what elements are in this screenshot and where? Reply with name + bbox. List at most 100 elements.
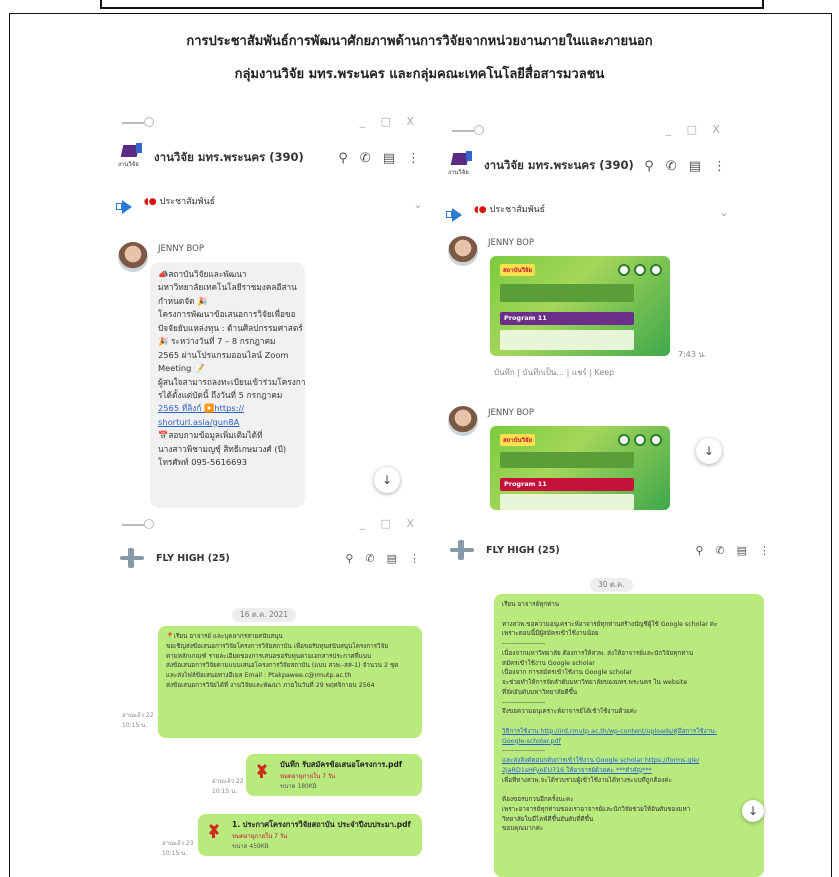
chat-header: งานวิจัย งานวิจัย มทร.พระนคร (390) ⚲ ✆ ▤… xyxy=(438,146,736,186)
message-line[interactable]: Google-scholar.pdf xyxy=(502,737,756,747)
message-line: 📍เรียน อาจารย์ และบุคลากรสายสนับสนุน xyxy=(166,633,283,640)
megaphone-icon xyxy=(446,208,464,222)
message-line: กำหนดจัด 🎉 xyxy=(158,295,208,306)
group-logo-text: งานวิจัย xyxy=(448,169,469,176)
poster-headline: สถาบันวิจัย xyxy=(500,434,535,446)
pin-icon[interactable] xyxy=(122,524,144,526)
airplane-icon xyxy=(118,544,146,572)
window-controls[interactable]: _ □ X xyxy=(360,115,420,128)
pdf-attachment-2[interactable]: 1. ประกาศโครงการวิจัยสถาบัน ประจำปีงบประ… xyxy=(198,814,422,856)
screenshot-line-chat-research-1: _ □ X งานวิจัย งานวิจัย มทร.พระนคร (390)… xyxy=(108,110,430,510)
message-line: โทรศัพท์ 095-5616693 xyxy=(158,457,248,468)
scroll-down-button[interactable]: ↓ xyxy=(374,467,400,493)
search-icon[interactable]: ⚲ xyxy=(338,151,348,166)
poster-program-label: Program 11 xyxy=(500,478,634,491)
avatar[interactable] xyxy=(448,236,478,266)
pdf-expiry: หมดอายุภายใน 7 วัน xyxy=(280,773,336,780)
document-title-line1: การประชาสัมพันธ์การพัฒนาศักยภาพด้านการวิ… xyxy=(186,34,653,49)
poster-band xyxy=(500,284,634,302)
airplane-icon xyxy=(448,536,476,564)
message-line[interactable]: shorturl.asia/gun8A xyxy=(158,416,297,429)
message-bubble: 📍เรียน อาจารย์ และบุคลากรสายสนับสนุนขอเช… xyxy=(158,626,422,738)
message-line[interactable]: และส่งลิงค์ตอบกลับการเข้าใช้งาน Google s… xyxy=(502,756,756,766)
read-receipt: อ่านแล้ว 23 10:15 น. xyxy=(162,840,194,857)
message-line: ต้องขอรบกวนอีกครั้งนะคะ xyxy=(502,796,574,803)
message-line: ขอเชิญส่งข้อเสนอการวิจัยโครงการวิจัยสถาบ… xyxy=(166,642,389,650)
poster-details xyxy=(500,330,634,350)
pdf-expiry: หมดอายุภายใน 7 วัน xyxy=(232,833,288,840)
chat-name[interactable]: งานวิจัย มทร.พระนคร (390) xyxy=(154,149,338,167)
message-line: วิทยาลัยในมีไลฟ์ดีขึ้นอันดับที่ดีขึ้น xyxy=(502,815,594,823)
pdf-filename: 1. ประกาศโครงการวิจัยสถาบัน ประจำปีงบประ… xyxy=(232,820,411,829)
pinned-announcement[interactable]: ◖● ประชาสัมพันธ์ ⌄ xyxy=(438,196,736,232)
pin-circle-icon xyxy=(144,117,154,127)
more-icon[interactable]: ⋮ xyxy=(407,151,420,166)
message-line: เพราะอาจารย์ทุกท่านของเราอาจารย์และนักวิ… xyxy=(502,805,691,813)
message-line[interactable]: วิธีการใช้งาน http://ird.rmutp.ac.th/wp-… xyxy=(502,727,756,737)
pin-icon[interactable] xyxy=(452,130,474,132)
more-icon[interactable]: ⋮ xyxy=(759,544,770,557)
poster-program-label: Program 11 xyxy=(500,312,634,325)
avatar[interactable] xyxy=(448,406,478,436)
chat-header: งานวิจัย งานวิจัย มทร.พระนคร (390) ⚲ ✆ ▤… xyxy=(108,138,430,178)
date-separator: 16 ต.ค. 2021 xyxy=(232,608,297,622)
scroll-down-button[interactable]: ↓ xyxy=(696,438,722,464)
notes-icon[interactable]: ▤ xyxy=(737,544,747,557)
message-line: เรียน อาจารย์ทุกท่าน xyxy=(502,601,560,608)
poster-logos xyxy=(618,264,662,276)
notes-icon[interactable]: ▤ xyxy=(689,159,701,174)
message-line: ทางสวพ.ขอความอนุเคราะห์อาจารย์ทุกท่านสร้… xyxy=(502,620,718,628)
chevron-down-icon[interactable]: ⌄ xyxy=(414,200,422,211)
message-bubble: 📣สถาบันวิจัยและพัฒนา มหาวิทยาลัยเทคโนโลยี… xyxy=(150,262,305,508)
message-line xyxy=(502,717,756,727)
message-line: ที่จัดอันดับมหาวิทยาลัยดีขึ้น xyxy=(502,688,578,696)
message-line: 🎉 ระหว่างวันที่ 7 – 8 กรกฎาคม xyxy=(158,336,276,347)
avatar[interactable] xyxy=(118,242,148,272)
poster-image-1[interactable]: สถาบันวิจัย Program 11 xyxy=(490,256,670,356)
message-line: รได้ตั้งแต่บัดนี้ ถึงวันที่ 5 กรกฎาคม xyxy=(158,389,283,400)
chevron-down-icon[interactable]: ⌄ xyxy=(720,208,728,219)
window-titlebar: _ □ X xyxy=(108,110,430,136)
pdf-attachment-1[interactable]: บันทึก รับสมัครข้อเสนอโครงการ.pdf หมดอาย… xyxy=(246,754,422,796)
phone-icon[interactable]: ✆ xyxy=(666,159,677,174)
poster-image-2[interactable]: สถาบันวิจัย Program 11 xyxy=(490,426,670,510)
message-line[interactable]: 2jaRD1sHFyoEU716 ให้อาจารย์ด้วยค่ะ ***สำ… xyxy=(502,766,756,776)
screenshot-line-chat-research-2: _ □ X งานวิจัย งานวิจัย มทร.พระนคร (390)… xyxy=(438,118,736,510)
message-actions[interactable]: บันทึก | บันทึกเป็น... | แชร์ | Keep xyxy=(494,366,614,379)
message-line: ------------------- xyxy=(502,698,546,706)
search-icon[interactable]: ⚲ xyxy=(644,159,654,174)
chat-name[interactable]: FLY HIGH (25) xyxy=(486,545,695,556)
message-line: เนื่องจาก การสมัครเข้าใช้งาน Google scho… xyxy=(502,669,632,677)
phone-icon[interactable]: ✆ xyxy=(365,552,374,565)
pinned-announcement[interactable]: ◖● ประชาสัมพันธ์ ⌄ xyxy=(108,188,430,224)
phone-icon[interactable]: ✆ xyxy=(360,151,371,166)
message-line[interactable]: 2565 ที่ลิงก์ ▶️https:// xyxy=(158,402,297,415)
more-icon[interactable]: ⋮ xyxy=(409,552,420,565)
phone-icon[interactable]: ✆ xyxy=(715,544,724,557)
pin-circle-icon xyxy=(474,125,484,135)
more-icon[interactable]: ⋮ xyxy=(713,159,726,174)
notes-icon[interactable]: ▤ xyxy=(383,151,395,166)
pdf-icon xyxy=(206,823,222,844)
notes-icon[interactable]: ▤ xyxy=(387,552,397,565)
message-line: จึงขอความอนุเคราะห์อาจารย์ได้เข้าใช้งานด… xyxy=(502,708,638,716)
screenshot-line-chat-flyhigh-2: FLY HIGH (25) ⚲ ✆ ▤ ⋮ 30 ต.ค. เรียน อาจา… xyxy=(438,512,780,877)
screenshot-line-chat-flyhigh-1: _ □ X FLY HIGH (25) ⚲ ✆ ▤ ⋮ 16 ต.ค. 2021… xyxy=(108,512,430,877)
group-logo-text: งานวิจัย xyxy=(118,161,139,168)
search-icon[interactable]: ⚲ xyxy=(695,544,703,557)
window-controls[interactable]: _ □ X xyxy=(666,123,726,136)
chat-name[interactable]: งานวิจัย มทร.พระนคร (390) xyxy=(484,157,644,175)
window-controls[interactable]: _ □ X xyxy=(360,517,420,530)
date-separator: 30 ต.ค. xyxy=(590,578,633,592)
pin-icon[interactable] xyxy=(122,122,144,124)
message-bubble: เรียน อาจารย์ทุกท่าน ทางสวพ.ขอความอนุเคร… xyxy=(494,594,764,877)
scroll-down-button[interactable]: ↓ xyxy=(742,800,764,822)
document-title-line2: กลุ่มงานวิจัย มทร.พระนคร และกลุ่มคณะเทคโ… xyxy=(234,67,605,82)
message-line xyxy=(502,610,756,620)
poster-band xyxy=(500,452,634,468)
search-icon[interactable]: ⚲ xyxy=(345,552,353,565)
message-line: ตามหลักเกณฑ์ รายละเอียดของการเสนอขอรับทุ… xyxy=(166,652,371,660)
window-titlebar: _ □ X xyxy=(438,118,736,144)
chat-name[interactable]: FLY HIGH (25) xyxy=(156,553,345,564)
message-line: มหาวิทยาลัยเทคโนโลยีราชมงคลอีสาน xyxy=(158,282,297,293)
